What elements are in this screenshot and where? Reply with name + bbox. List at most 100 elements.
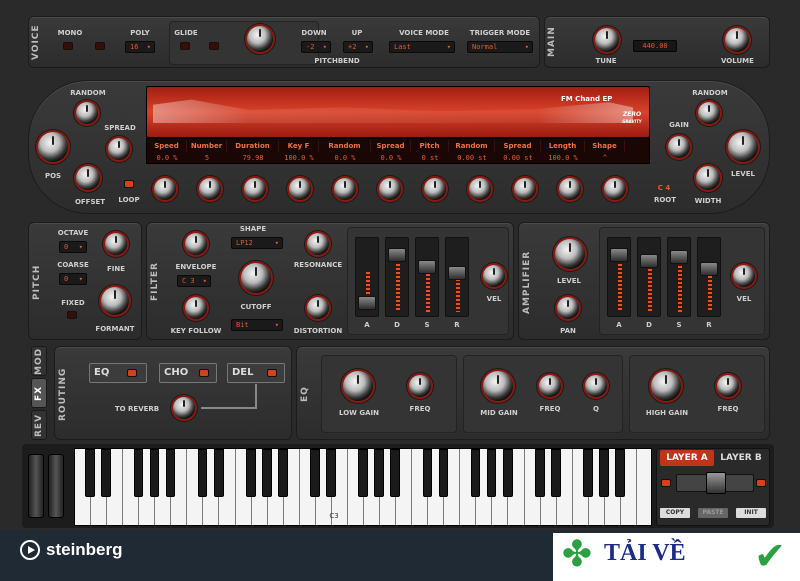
tab-fx[interactable]: FX: [31, 378, 47, 408]
black-key[interactable]: [599, 449, 609, 497]
init-button[interactable]: INIT: [736, 508, 766, 518]
sample-param-knob[interactable]: [424, 178, 446, 200]
param-value[interactable]: 0.0 %: [371, 152, 411, 164]
offset-knob[interactable]: [76, 166, 100, 190]
poly-toggle[interactable]: [95, 42, 105, 50]
param-value[interactable]: 100.0 %: [541, 152, 585, 164]
sample-param-knob[interactable]: [469, 178, 491, 200]
filter-vel-knob[interactable]: [483, 265, 505, 287]
black-key[interactable]: [615, 449, 625, 497]
mod-wheel[interactable]: [48, 454, 64, 518]
sample-param-knob[interactable]: [289, 178, 311, 200]
pitchbend-up-select[interactable]: +2: [343, 41, 373, 53]
black-key[interactable]: [486, 449, 497, 497]
gain-knob[interactable]: [668, 136, 690, 158]
filter-sustain-slider[interactable]: [415, 237, 439, 317]
sample-param-knob[interactable]: [559, 178, 581, 200]
black-key[interactable]: [390, 449, 401, 497]
mid-gain-knob[interactable]: [483, 371, 513, 401]
layer-a-led[interactable]: [661, 479, 671, 487]
tab-mod[interactable]: MOD: [31, 346, 47, 376]
random-pos-knob[interactable]: [76, 102, 98, 124]
black-key[interactable]: [551, 449, 561, 497]
sample-param-knob[interactable]: [154, 178, 176, 200]
voice-mode-select[interactable]: Last: [389, 41, 455, 53]
mid-q-knob[interactable]: [585, 375, 607, 397]
pos-knob[interactable]: [38, 132, 68, 162]
root-value[interactable]: C 4: [654, 184, 674, 192]
fixed-toggle[interactable]: [67, 311, 77, 319]
black-key[interactable]: [470, 449, 481, 497]
param-value[interactable]: 0.00 st: [449, 152, 495, 164]
filter-attack-slider[interactable]: [355, 237, 379, 317]
routing-eq-slot[interactable]: EQ: [89, 363, 147, 383]
glide-time-knob[interactable]: [247, 26, 273, 52]
formant-knob[interactable]: [101, 287, 129, 315]
loop-toggle[interactable]: [124, 180, 134, 188]
black-key[interactable]: [213, 449, 224, 497]
black-key[interactable]: [583, 449, 593, 497]
black-key[interactable]: [245, 449, 256, 497]
piano-keyboard[interactable]: [74, 448, 652, 526]
sample-param-knob[interactable]: [199, 178, 221, 200]
fingered-toggle[interactable]: [209, 42, 219, 50]
param-value[interactable]: 0.0 %: [319, 152, 371, 164]
volume-knob[interactable]: [725, 28, 749, 52]
layer-a-tab[interactable]: LAYER A: [660, 450, 714, 466]
mid-freq-knob[interactable]: [539, 375, 561, 397]
eq-bypass-toggle[interactable]: [127, 369, 137, 377]
param-value[interactable]: 0.0 %: [147, 152, 187, 164]
filter-shape-select[interactable]: LP12: [231, 237, 283, 249]
key-follow-knob[interactable]: [185, 297, 207, 319]
amp-level-knob[interactable]: [555, 239, 585, 269]
sample-param-knob[interactable]: [604, 178, 626, 200]
black-key[interactable]: [358, 449, 368, 497]
black-key[interactable]: [438, 449, 449, 497]
filter-release-slider[interactable]: [445, 237, 469, 317]
high-gain-knob[interactable]: [651, 371, 681, 401]
param-value[interactable]: 5: [187, 152, 227, 164]
layer-b-led[interactable]: [756, 479, 766, 487]
sample-param-knob[interactable]: [334, 178, 356, 200]
sample-param-knob[interactable]: [379, 178, 401, 200]
param-value[interactable]: 100.0 %: [279, 152, 319, 164]
sample-param-knob[interactable]: [514, 178, 536, 200]
black-key[interactable]: [133, 449, 144, 497]
crossfader-handle[interactable]: [706, 472, 726, 494]
paste-button[interactable]: PASTE: [698, 508, 728, 518]
black-key[interactable]: [85, 449, 96, 497]
pitchbend-down-select[interactable]: -2: [301, 41, 331, 53]
mono-toggle[interactable]: [63, 42, 73, 50]
cutoff-knob[interactable]: [241, 263, 271, 293]
trigger-mode-select[interactable]: Normal: [467, 41, 533, 53]
tune-knob[interactable]: [595, 28, 619, 52]
param-value[interactable]: 0.00 st: [495, 152, 541, 164]
to-reverb-knob[interactable]: [173, 397, 195, 419]
black-key[interactable]: [310, 449, 320, 497]
param-value[interactable]: 79.98: [227, 152, 279, 164]
black-key[interactable]: [534, 449, 545, 497]
spread-knob[interactable]: [108, 138, 130, 160]
octave-select[interactable]: 0: [59, 241, 87, 253]
black-key[interactable]: [422, 449, 433, 497]
pan-knob[interactable]: [557, 297, 579, 319]
shape-button[interactable]: ^: [585, 152, 625, 164]
preset-name[interactable]: FM Chand EP: [561, 95, 621, 103]
pitch-wheel[interactable]: [28, 454, 44, 518]
cho-bypass-toggle[interactable]: [199, 369, 209, 377]
high-freq-knob[interactable]: [717, 375, 739, 397]
low-freq-knob[interactable]: [409, 375, 431, 397]
del-bypass-toggle[interactable]: [267, 369, 277, 377]
amp-decay-slider[interactable]: [637, 237, 661, 317]
amp-vel-knob[interactable]: [733, 265, 755, 287]
param-value[interactable]: 0 st: [411, 152, 449, 164]
tune-display[interactable]: 440.00: [633, 40, 677, 52]
black-key[interactable]: [149, 449, 160, 497]
envelope-select[interactable]: C 3: [177, 275, 211, 287]
layer-b-tab[interactable]: LAYER B: [714, 450, 768, 466]
waveform-display[interactable]: FM Chand EP ZERO GRAVITY: [146, 86, 650, 138]
envelope-knob[interactable]: [185, 233, 207, 255]
width-knob[interactable]: [696, 166, 720, 190]
black-key[interactable]: [197, 449, 208, 497]
resonance-knob[interactable]: [307, 233, 329, 255]
